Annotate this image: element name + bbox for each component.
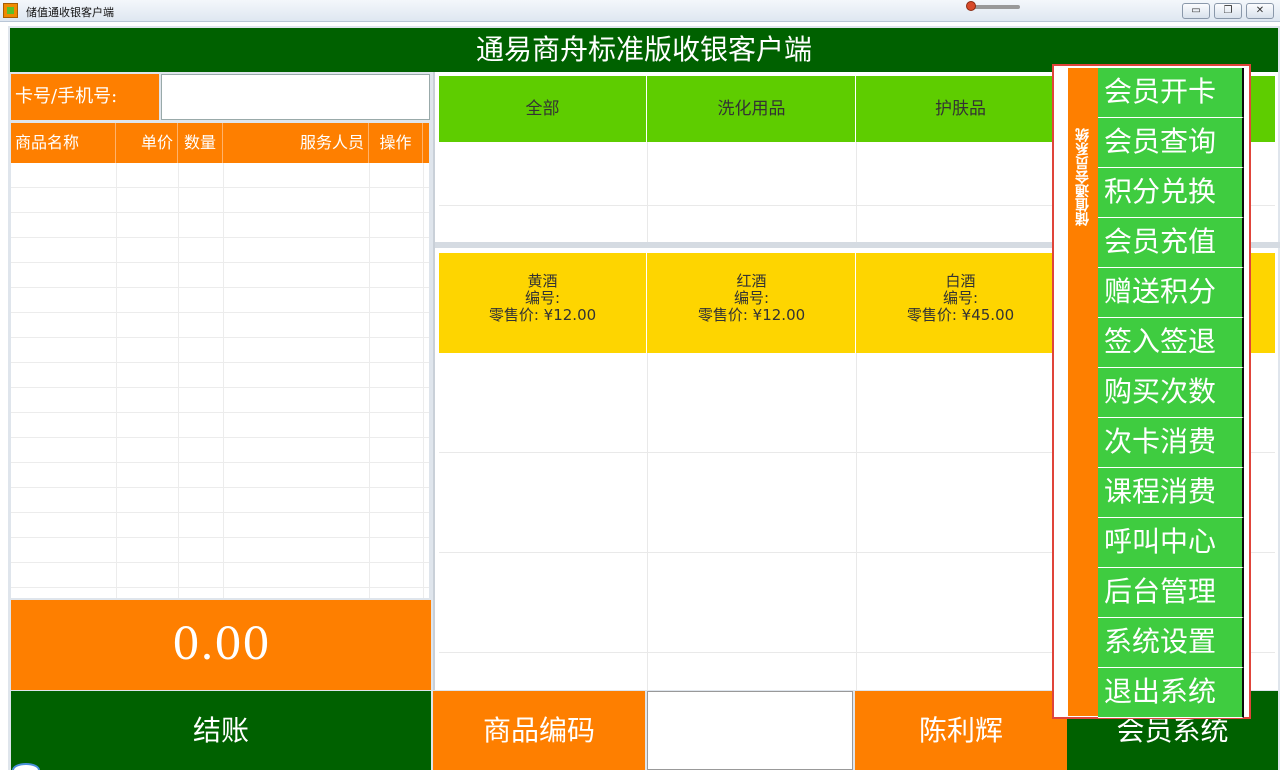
cashier-name: 陈利辉: [855, 691, 1067, 770]
cart-empty-row: [11, 338, 429, 363]
tab-skincare[interactable]: 护肤品: [857, 76, 1065, 142]
menu-item-backend[interactable]: 后台管理: [1098, 568, 1244, 618]
product-card[interactable]: 红酒 编号: 零售价: ¥12.00: [648, 253, 856, 353]
product-name: 红酒: [736, 272, 767, 290]
cart-empty-row: [11, 488, 429, 513]
column-header-name: 商品名称: [11, 123, 116, 163]
window-titlebar: 储值通收银客户端 ▭ ❐ ✕: [0, 0, 1280, 22]
window-title: 储值通收银客户端: [26, 6, 114, 19]
cart-empty-row: [11, 263, 429, 288]
cart-empty-row: [11, 213, 429, 238]
product-price: 零售价: ¥12.00: [697, 306, 806, 324]
product-name: 黄酒: [527, 272, 558, 290]
member-menu-strip: 储值通会员系统: [1068, 68, 1098, 716]
product-code: 编号:: [942, 289, 979, 307]
total-amount: 0.00: [172, 619, 270, 670]
cart-empty-row: [11, 188, 429, 213]
product-price: 零售价: ¥12.00: [488, 306, 597, 324]
member-menu-list: 会员开卡 会员查询 积分兑换 会员充值 赠送积分 签入签退 购买次数 次卡消费 …: [1098, 68, 1244, 718]
menu-item-points-redeem[interactable]: 积分兑换: [1098, 168, 1244, 218]
minimize-button[interactable]: ▭: [1182, 3, 1210, 19]
cart-empty-row: [11, 538, 429, 563]
menu-item-settings[interactable]: 系统设置: [1098, 618, 1244, 668]
product-code: 编号:: [524, 289, 561, 307]
card-number-label: 卡号/手机号:: [11, 74, 159, 120]
card-number-input[interactable]: [161, 74, 430, 120]
tab-toiletries[interactable]: 洗化用品: [648, 76, 856, 142]
product-card[interactable]: 黄酒 编号: 零售价: ¥12.00: [439, 253, 647, 353]
cart-empty-row: [11, 438, 429, 463]
member-system-menu: 储值通会员系统 会员开卡 会员查询 积分兑换 会员充值 赠送积分 签入签退 购买…: [1052, 64, 1251, 719]
menu-item-gift-points[interactable]: 赠送积分: [1098, 268, 1244, 318]
cart-empty-row: [11, 238, 429, 263]
column-header-action: 操作: [369, 123, 423, 163]
cart-empty-row: [11, 388, 429, 413]
product-name: 白酒: [945, 272, 976, 290]
column-header-price: 单价: [116, 123, 178, 163]
close-button[interactable]: ✕: [1246, 3, 1274, 19]
maximize-button[interactable]: ❐: [1214, 3, 1242, 19]
cart-empty-row: [11, 463, 429, 488]
cart-empty-row: [11, 413, 429, 438]
cart-empty-row: [11, 313, 429, 338]
column-header-staff: 服务人员: [223, 123, 369, 163]
cart-table: 商品名称 单价 数量 服务人员 操作: [11, 123, 429, 598]
column-header-quantity: 数量: [178, 123, 223, 163]
cart-rows: [11, 163, 429, 598]
menu-item-times-card-consume[interactable]: 次卡消费: [1098, 418, 1244, 468]
product-card[interactable]: 白酒 编号: 零售价: ¥45.00: [857, 253, 1065, 353]
cart-empty-row: [11, 363, 429, 388]
menu-item-query-member[interactable]: 会员查询: [1098, 118, 1244, 168]
menu-item-course-consume[interactable]: 课程消费: [1098, 468, 1244, 518]
cart-table-header: 商品名称 单价 数量 服务人员 操作: [11, 123, 429, 163]
menu-item-exit[interactable]: 退出系统: [1098, 668, 1244, 718]
tab-all[interactable]: 全部: [439, 76, 647, 142]
menu-item-recharge[interactable]: 会员充值: [1098, 218, 1244, 268]
cart-empty-row: [11, 288, 429, 313]
product-code-label: 商品编码: [433, 691, 645, 770]
volume-slider-thumb[interactable]: [966, 1, 976, 11]
status-indicator-icon: [12, 763, 40, 770]
product-price: 零售价: ¥45.00: [906, 306, 1015, 324]
cart-empty-row: [11, 513, 429, 538]
product-code-input[interactable]: [647, 691, 853, 770]
cart-empty-row: [11, 563, 429, 588]
menu-item-call-center[interactable]: 呼叫中心: [1098, 518, 1244, 568]
menu-item-open-card[interactable]: 会员开卡: [1098, 68, 1244, 118]
product-code: 编号:: [733, 289, 770, 307]
app-icon: [3, 3, 18, 18]
total-amount-panel: 0.00: [11, 600, 431, 690]
checkout-button[interactable]: 结账: [11, 691, 431, 770]
member-menu-title: 储值通会员系统: [1075, 128, 1091, 226]
menu-item-buy-times[interactable]: 购买次数: [1098, 368, 1244, 418]
cart-empty-row: [11, 163, 429, 188]
menu-item-sign-in-out[interactable]: 签入签退: [1098, 318, 1244, 368]
